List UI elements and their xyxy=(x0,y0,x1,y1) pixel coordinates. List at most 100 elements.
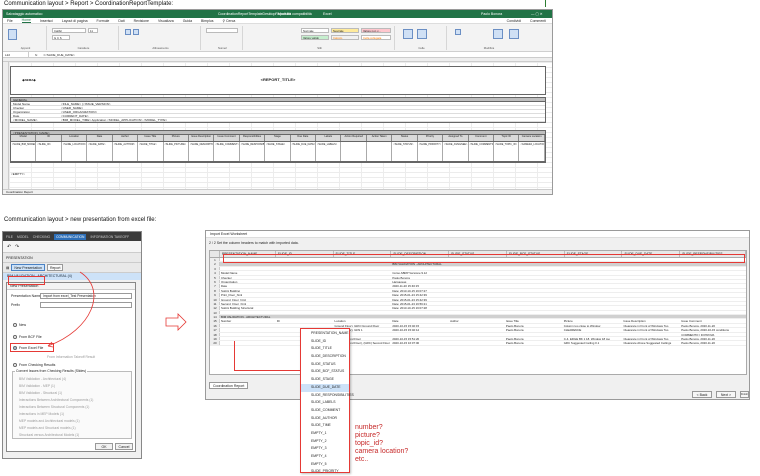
dropdown-option[interactable]: EMPTY_1 xyxy=(301,430,349,438)
row-number: 20 xyxy=(210,341,220,345)
comments-button[interactable]: Commenti xyxy=(530,19,546,23)
group-editing: Modifica xyxy=(449,26,529,50)
search-box[interactable]: ⚲ Cerca xyxy=(222,19,235,23)
wrap-icon[interactable] xyxy=(133,29,139,35)
dropdown-option[interactable]: EMPTY_3 xyxy=(301,445,349,453)
dropdown-option[interactable]: SLIDE_COMMENT xyxy=(301,407,349,415)
presentation-name-input[interactable]: Import from excel_Test Presentation xyxy=(40,293,132,299)
dropdown-option[interactable]: SLIDE_LABELS xyxy=(301,399,349,407)
tab-review[interactable]: Revisione xyxy=(134,19,149,23)
ok-button[interactable]: OK xyxy=(95,443,113,450)
tab-insert[interactable]: Inserisci xyxy=(40,19,53,23)
radio-checking[interactable]: From Checking Results xyxy=(13,363,55,367)
radio-new[interactable]: New xyxy=(13,323,26,327)
style-linked[interactable]: Cella collegata xyxy=(361,35,391,40)
align-icon[interactable] xyxy=(125,29,131,35)
find-select-icon[interactable] xyxy=(509,29,519,39)
result-item[interactable]: Interactions in MEP Models (1) xyxy=(19,412,64,416)
insert-cells-icon[interactable] xyxy=(403,29,413,39)
share-button[interactable]: Condividi xyxy=(507,19,521,23)
group-alignment: Allineamento xyxy=(121,26,201,50)
undo-icon[interactable]: ↶ xyxy=(7,244,11,250)
import-cell: 2020-10-15 15:40:12 xyxy=(392,328,420,332)
autosum-icon[interactable] xyxy=(455,29,461,35)
formula-input[interactable]: =<SLIDE_DUE_DATE> xyxy=(37,53,74,57)
import-cell: BIM VALIDATION - ARCHITECTURAL xyxy=(220,315,271,319)
delete-cells-icon[interactable] xyxy=(417,29,427,39)
tab-communication[interactable]: COMMUNICATION xyxy=(54,233,87,240)
tab-home[interactable]: Home xyxy=(21,18,31,23)
name-box[interactable]: L22 xyxy=(3,52,29,57)
dropdown-option[interactable]: SLIDE_TITLE xyxy=(301,345,349,353)
result-item[interactable]: Interactions Between Structural Componen… xyxy=(19,405,89,409)
tab-page-layout[interactable]: Layout di pagina xyxy=(62,19,88,23)
style-calc[interactable]: Calcolo xyxy=(331,35,359,40)
dropdown-option[interactable]: SLIDE_ID xyxy=(301,338,349,346)
bold-italic-buttons[interactable]: G C S xyxy=(52,35,70,40)
dropdown-option[interactable]: EMPTY_2 xyxy=(301,438,349,446)
tab-formulas[interactable]: Formule xyxy=(97,19,110,23)
tab-help[interactable]: Guida xyxy=(183,19,192,23)
takeoff-option[interactable]: From Information Takeoff Result xyxy=(47,355,95,359)
result-item[interactable]: MEP models and Structural models (1) xyxy=(19,426,76,430)
result-item[interactable]: Interactions Between Architectural Compo… xyxy=(19,398,93,402)
tab-data[interactable]: Dati xyxy=(118,19,124,23)
sort-filter-icon[interactable] xyxy=(493,29,503,39)
redo-icon[interactable]: ↷ xyxy=(15,244,19,250)
dropdown-option[interactable]: SLIDE_TIME xyxy=(301,422,349,430)
font-size-select[interactable]: 11 xyxy=(88,28,98,33)
tab-bimplus[interactable]: Bimplus xyxy=(201,19,213,23)
dropdown-option[interactable]: SLIDE_AUTHOR xyxy=(301,415,349,423)
tab-information-takeoff[interactable]: INFORMATION TAKEOFF xyxy=(90,235,129,239)
dropdown-option[interactable]: EMPTY_5 xyxy=(301,461,349,469)
dropdown-option[interactable]: SLIDE_BCF_STATUS xyxy=(301,368,349,376)
result-item[interactable]: Structural versus Architectural Models (… xyxy=(19,433,79,437)
sheet-tab[interactable]: Coordination Report xyxy=(3,189,552,194)
worksheet[interactable]: ◆NEMA◆ <REPORT_TITLE> GENERAL Model Name… xyxy=(3,62,552,192)
prefix-input[interactable] xyxy=(40,302,132,308)
dropdown-option[interactable]: SLIDE_STATUS xyxy=(301,361,349,369)
import-cell xyxy=(563,302,623,305)
dropdown-option[interactable]: EMPTY_4 xyxy=(301,453,349,461)
result-item[interactable]: BIM Validation - Architectural (4) xyxy=(19,377,66,381)
style-normal[interactable]: Normale xyxy=(301,28,329,33)
cancel-button[interactable]: Cancel xyxy=(115,443,133,450)
import-cell: Issue Description xyxy=(623,319,646,323)
import-cell xyxy=(449,271,505,274)
column-dropdown[interactable]: PRESENTATION_NAME SLIDE_ID SLIDE_TITLE SLID… xyxy=(300,328,354,473)
radio-bcf[interactable]: From BCF File xyxy=(13,335,42,339)
dropdown-option[interactable]: PRESENTATION_NAME xyxy=(301,330,349,338)
next-button[interactable]: Next > xyxy=(716,391,736,398)
autosave-label[interactable]: Salvataggio automatico xyxy=(6,12,42,16)
dropdown-option[interactable]: SLIDE_RESPONSIBILITIES xyxy=(301,392,354,400)
number-format-select[interactable] xyxy=(206,28,238,33)
result-item[interactable]: BIM Validation - MEP (1) xyxy=(19,384,55,388)
dropdown-option[interactable]: SLIDE_STAGE xyxy=(301,376,349,384)
tab-view[interactable]: Visualizza xyxy=(158,19,174,23)
dropdown-option[interactable]: SLIDE_DUE_DATE xyxy=(301,383,349,392)
import-cell xyxy=(563,293,623,296)
result-item[interactable]: BIM Validation - Structural (1) xyxy=(19,391,62,395)
window-controls[interactable]: — ▢ ✕ xyxy=(531,12,543,16)
tab-checking[interactable]: CHECKING xyxy=(33,235,50,239)
report-button[interactable]: Report xyxy=(46,264,64,271)
new-presentation-button[interactable]: New Presentation xyxy=(11,264,45,271)
dropdown-option[interactable]: SLIDE_DESCRIPTION xyxy=(301,353,349,361)
import-cell xyxy=(276,302,334,305)
back-button[interactable]: < Back xyxy=(692,391,712,398)
style-bad[interactable]: Valore non v... xyxy=(361,28,391,33)
dropdown-connector xyxy=(234,341,300,371)
paste-icon[interactable] xyxy=(8,29,17,40)
tab-file[interactable]: File xyxy=(7,19,13,23)
finish-button[interactable]: Finish xyxy=(740,391,749,398)
folder-icon[interactable]: ▤ xyxy=(6,266,9,270)
font-name-select[interactable]: Calibri xyxy=(52,28,86,33)
template-cell: <SLIDE_TITLE> xyxy=(138,142,164,161)
style-neutral[interactable]: Neutrale xyxy=(331,28,359,33)
tab-model[interactable]: MODEL xyxy=(17,235,29,239)
heading-new-presentation: Communication layout > new presentation … xyxy=(4,217,157,223)
result-item[interactable]: MEP models and Architectural models (1) xyxy=(19,419,80,423)
style-good[interactable]: Valore valido xyxy=(301,35,329,40)
sheet-tab[interactable]: Coordination Report xyxy=(209,382,249,389)
tab-file[interactable]: FILE xyxy=(6,235,13,239)
